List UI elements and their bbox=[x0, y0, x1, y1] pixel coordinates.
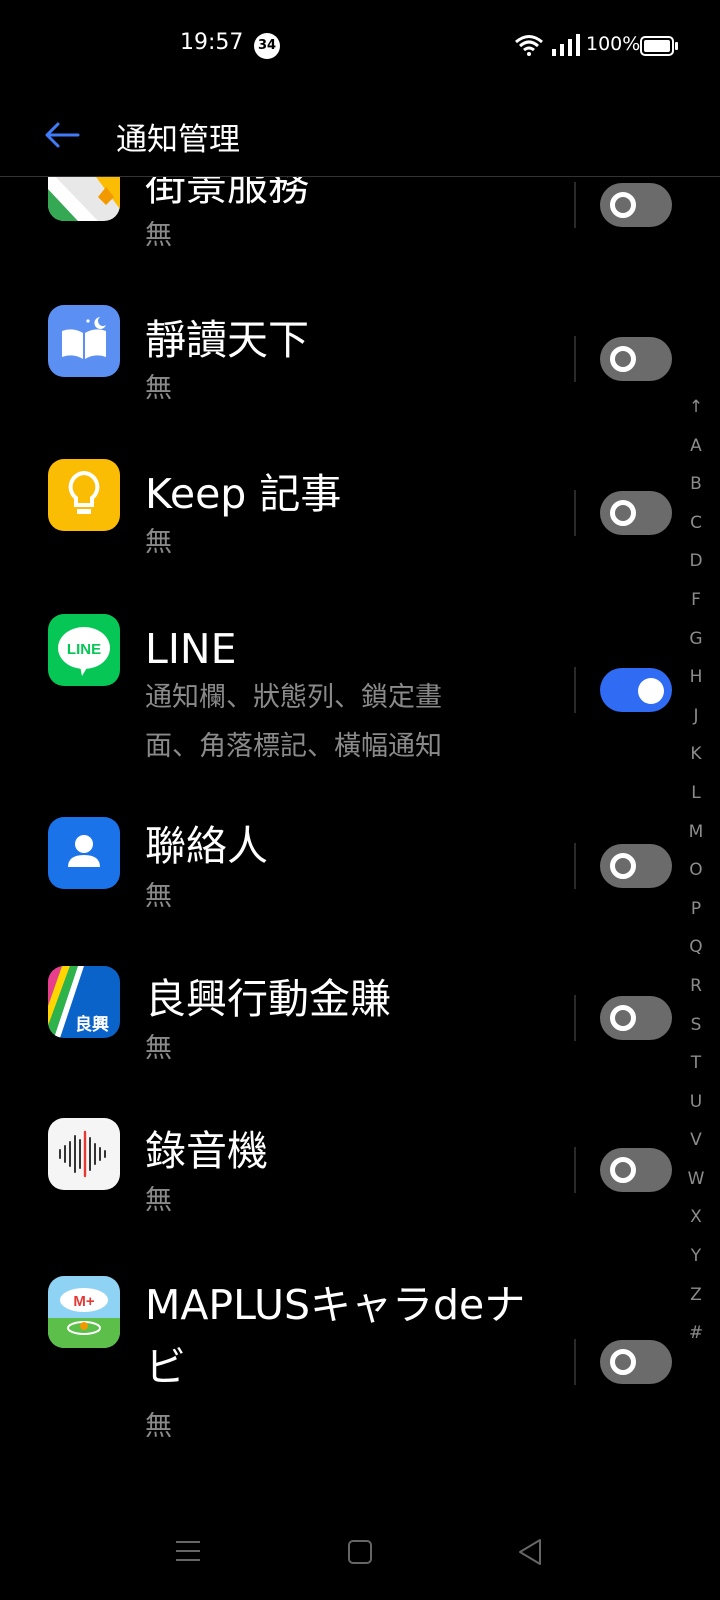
app-name: 錄音機 bbox=[145, 1127, 268, 1175]
app-notification-status: 無 bbox=[145, 881, 172, 912]
index-letter[interactable]: H bbox=[678, 658, 714, 697]
keep-bulb-icon bbox=[48, 459, 120, 531]
eclife-icon: 良興 bbox=[48, 966, 120, 1038]
svg-text:M+: M+ bbox=[73, 1293, 94, 1310]
cell-signal-icon bbox=[552, 34, 580, 56]
status-bar: 19:57 34 100% bbox=[0, 0, 720, 90]
index-letter[interactable]: K bbox=[678, 735, 714, 774]
list-item[interactable]: M+ MAPLUSキャラdeナ ビ 無 bbox=[0, 1276, 672, 1497]
page-title: 通知管理 bbox=[116, 122, 240, 158]
divider bbox=[574, 336, 576, 382]
app-notification-status: 面、角落標記、橫幅通知 bbox=[145, 731, 442, 762]
back-icon[interactable] bbox=[518, 1538, 542, 1566]
app-name: LINE bbox=[145, 625, 237, 673]
list-item[interactable]: 街景服務 無 bbox=[0, 177, 672, 302]
index-letter[interactable]: ↑ bbox=[678, 388, 714, 427]
notification-toggle[interactable] bbox=[600, 491, 672, 535]
index-letter[interactable]: W bbox=[678, 1160, 714, 1199]
index-letter[interactable]: # bbox=[678, 1314, 714, 1353]
app-name: MAPLUSキャラdeナ bbox=[145, 1281, 526, 1329]
index-letter[interactable]: S bbox=[678, 1006, 714, 1045]
notification-toggle[interactable] bbox=[600, 844, 672, 888]
list-item[interactable]: 靜讀天下 無 bbox=[0, 302, 672, 457]
home-icon[interactable] bbox=[348, 1540, 372, 1564]
notification-count-badge: 34 bbox=[254, 33, 280, 59]
index-letter[interactable]: Q bbox=[678, 928, 714, 967]
index-letter[interactable]: L bbox=[678, 774, 714, 813]
index-letter[interactable]: J bbox=[678, 697, 714, 736]
divider bbox=[574, 1339, 576, 1385]
svg-text:LINE: LINE bbox=[67, 641, 101, 658]
notification-toggle[interactable] bbox=[600, 337, 672, 381]
app-name: 良興行動金賺 bbox=[145, 975, 391, 1023]
app-bar: 通知管理 bbox=[0, 90, 720, 177]
app-name: 聯絡人 bbox=[145, 822, 268, 870]
index-letter[interactable]: P bbox=[678, 890, 714, 929]
app-name: 街景服務 bbox=[145, 177, 309, 210]
app-notification-status: 無 bbox=[145, 220, 172, 251]
menu-icon[interactable] bbox=[175, 1540, 201, 1562]
index-letter[interactable]: Y bbox=[678, 1237, 714, 1276]
contacts-icon bbox=[48, 817, 120, 889]
app-notification-status: 通知欄、狀態列、鎖定畫 bbox=[145, 682, 442, 713]
moon-reader-icon bbox=[48, 305, 120, 377]
app-name: 靜讀天下 bbox=[145, 316, 309, 364]
svg-text:良興: 良興 bbox=[75, 1014, 109, 1035]
index-letter[interactable]: Z bbox=[678, 1276, 714, 1315]
list-item[interactable]: 聯絡人 無 bbox=[0, 817, 672, 972]
app-name: ビ bbox=[145, 1343, 186, 1391]
index-letter[interactable]: A bbox=[678, 427, 714, 466]
notification-toggle[interactable] bbox=[600, 183, 672, 227]
app-name: Keep 記事 bbox=[145, 470, 342, 518]
index-letter[interactable]: B bbox=[678, 465, 714, 504]
battery-icon bbox=[640, 36, 678, 56]
divider bbox=[574, 843, 576, 889]
divider bbox=[574, 1147, 576, 1193]
app-notification-status: 無 bbox=[145, 1033, 172, 1064]
app-notification-status: 無 bbox=[145, 1411, 172, 1442]
divider bbox=[574, 490, 576, 536]
index-letter[interactable]: R bbox=[678, 967, 714, 1006]
index-letter[interactable]: X bbox=[678, 1198, 714, 1237]
index-letter[interactable]: D bbox=[678, 542, 714, 581]
divider bbox=[574, 667, 576, 713]
index-letter[interactable]: M bbox=[678, 813, 714, 852]
divider bbox=[574, 182, 576, 228]
notification-toggle[interactable] bbox=[600, 668, 672, 712]
notification-toggle[interactable] bbox=[600, 1340, 672, 1384]
index-letter[interactable]: U bbox=[678, 1083, 714, 1122]
notification-toggle[interactable] bbox=[600, 996, 672, 1040]
index-letter[interactable]: V bbox=[678, 1121, 714, 1160]
index-letter[interactable]: O bbox=[678, 851, 714, 890]
index-letter[interactable]: G bbox=[678, 620, 714, 659]
list-item[interactable]: Keep 記事 無 bbox=[0, 457, 672, 612]
alphabet-index[interactable]: ↑ A B C D F G H J K L M O P Q R S T U V … bbox=[678, 388, 714, 1353]
wifi-icon bbox=[515, 35, 543, 56]
recorder-icon bbox=[48, 1118, 120, 1190]
index-letter[interactable]: T bbox=[678, 1044, 714, 1083]
battery-percent: 100% bbox=[586, 33, 641, 55]
line-icon: LINE bbox=[48, 614, 120, 686]
app-notification-status: 無 bbox=[145, 527, 172, 558]
app-notification-status: 無 bbox=[145, 1185, 172, 1216]
back-arrow-icon[interactable] bbox=[42, 120, 82, 150]
list-item[interactable]: LINE LINE 通知欄、狀態列、鎖定畫 面、角落標記、橫幅通知 bbox=[0, 612, 672, 817]
app-notification-status: 無 bbox=[145, 373, 172, 404]
notification-toggle[interactable] bbox=[600, 1148, 672, 1192]
app-notification-list[interactable]: 街景服務 無 靜讀天下 無 Keep 記事 無 LINE LINE 通知欄、狀態… bbox=[0, 177, 720, 1497]
system-nav-bar bbox=[0, 1500, 720, 1600]
list-item[interactable]: 良興 良興行動金賺 無 bbox=[0, 966, 672, 1127]
index-letter[interactable]: C bbox=[678, 504, 714, 543]
index-letter[interactable]: F bbox=[678, 581, 714, 620]
maplus-icon: M+ bbox=[48, 1276, 120, 1348]
street-view-icon bbox=[48, 177, 120, 221]
list-item[interactable]: 錄音機 無 bbox=[0, 1118, 672, 1282]
status-time: 19:57 bbox=[180, 30, 244, 55]
divider bbox=[574, 995, 576, 1041]
